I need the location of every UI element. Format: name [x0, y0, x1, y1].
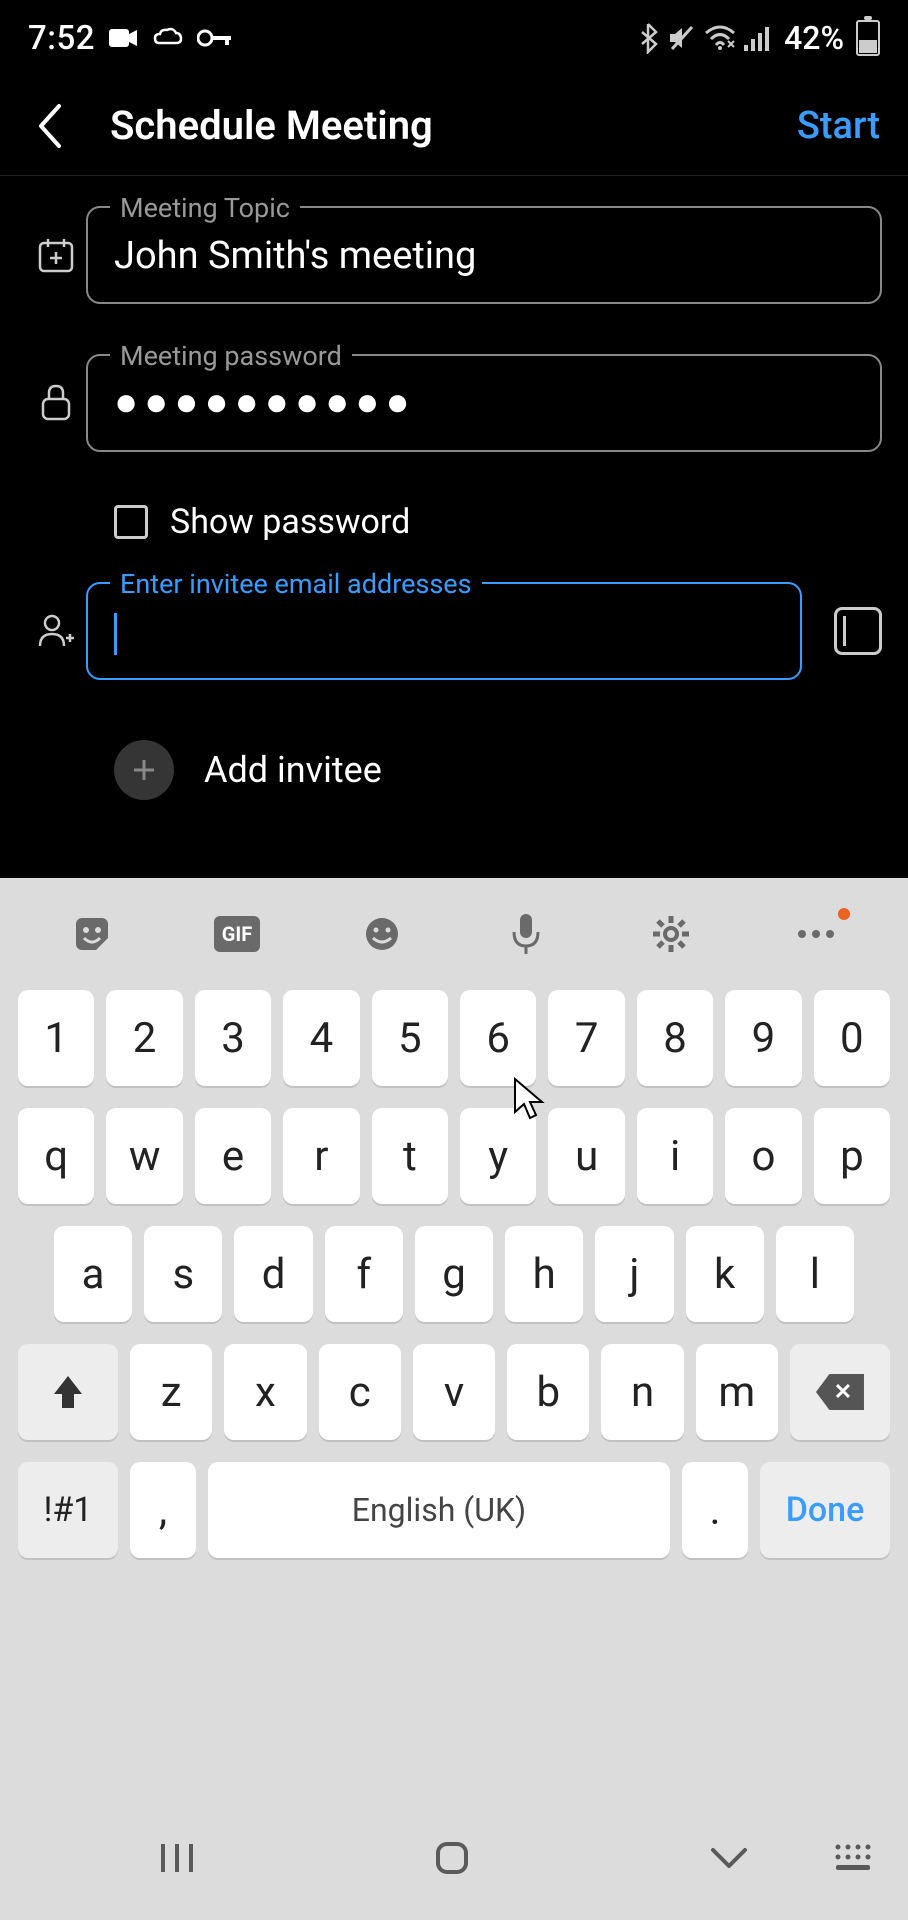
key-8[interactable]: 8 — [637, 990, 713, 1086]
key-done[interactable]: Done — [760, 1462, 890, 1558]
key-k[interactable]: k — [686, 1226, 764, 1322]
key-h[interactable]: h — [505, 1226, 583, 1322]
page-title: Schedule Meeting — [110, 102, 433, 149]
key-x[interactable]: x — [224, 1344, 306, 1440]
key-symbols[interactable]: !#1 — [18, 1462, 118, 1558]
mic-icon[interactable] — [496, 904, 556, 964]
battery-percent: 42% — [784, 19, 844, 57]
key-period[interactable]: . — [682, 1462, 748, 1558]
keyboard-row-qwerty: q w e r t y u i o p — [18, 1108, 890, 1204]
key-d[interactable]: d — [234, 1226, 312, 1322]
key-j[interactable]: j — [595, 1226, 673, 1322]
cloud-icon — [153, 27, 183, 49]
nav-back[interactable] — [705, 1842, 753, 1878]
key-e[interactable]: e — [195, 1108, 271, 1204]
key-p[interactable]: p — [814, 1108, 890, 1204]
more-icon[interactable] — [786, 904, 846, 964]
key-m[interactable]: m — [696, 1344, 778, 1440]
text-cursor — [114, 613, 117, 655]
keyboard-row-asdf: a s d f g h j k l — [18, 1226, 890, 1322]
mute-icon — [666, 23, 696, 53]
key-0[interactable]: 0 — [814, 990, 890, 1086]
keyboard-row-numbers: 1 2 3 4 5 6 7 8 9 0 — [18, 990, 890, 1086]
key-v[interactable]: v — [413, 1344, 495, 1440]
key-comma[interactable]: , — [130, 1462, 196, 1558]
key-r[interactable]: r — [283, 1108, 359, 1204]
invitee-email-field[interactable]: Enter invitee email addresses — [86, 582, 802, 680]
gear-icon[interactable] — [641, 904, 701, 964]
vpn-key-icon — [197, 28, 233, 48]
bluetooth-icon — [638, 22, 658, 54]
key-n[interactable]: n — [601, 1344, 683, 1440]
key-o[interactable]: o — [725, 1108, 801, 1204]
meeting-topic-label: Meeting Topic — [110, 192, 300, 224]
key-z[interactable]: z — [130, 1344, 212, 1440]
key-c[interactable]: c — [319, 1344, 401, 1440]
status-time: 7:52 — [28, 19, 95, 58]
form-content: Meeting Topic John Smith's meeting Meeti… — [0, 176, 908, 830]
key-6[interactable]: 6 — [460, 990, 536, 1086]
key-t[interactable]: t — [372, 1108, 448, 1204]
key-7[interactable]: 7 — [548, 990, 624, 1086]
keyboard-row-zxcv: z x c v b n m ✕ — [18, 1344, 890, 1440]
key-space[interactable]: English (UK) — [208, 1462, 670, 1558]
app-header: Schedule Meeting Start — [0, 76, 908, 176]
add-invitee-label: Add invitee — [204, 749, 382, 791]
key-3[interactable]: 3 — [195, 990, 271, 1086]
show-password-label: Show password — [170, 502, 410, 542]
key-2[interactable]: 2 — [106, 990, 182, 1086]
calendar-add-icon — [26, 236, 86, 274]
meeting-topic-value: John Smith's meeting — [114, 234, 854, 280]
key-backspace[interactable]: ✕ — [790, 1344, 890, 1440]
lock-icon — [26, 383, 86, 423]
key-y[interactable]: y — [460, 1108, 536, 1204]
key-u[interactable]: u — [548, 1108, 624, 1204]
nav-recent[interactable] — [155, 1838, 199, 1882]
sticker-icon[interactable] — [62, 904, 122, 964]
key-a[interactable]: a — [54, 1226, 132, 1322]
camera-icon — [109, 27, 139, 49]
key-5[interactable]: 5 — [372, 990, 448, 1086]
key-shift[interactable] — [18, 1344, 118, 1440]
meeting-topic-field[interactable]: Meeting Topic John Smith's meeting — [86, 206, 882, 304]
contacts-button[interactable] — [834, 607, 882, 655]
meeting-password-label: Meeting password — [110, 340, 352, 372]
key-g[interactable]: g — [415, 1226, 493, 1322]
nav-home[interactable] — [430, 1836, 474, 1884]
key-s[interactable]: s — [144, 1226, 222, 1322]
emoji-icon[interactable] — [352, 904, 412, 964]
battery-icon — [856, 20, 880, 56]
nav-keyboard-toggle[interactable] — [834, 1843, 878, 1877]
key-4[interactable]: 4 — [283, 990, 359, 1086]
key-1[interactable]: 1 — [18, 990, 94, 1086]
gif-icon[interactable]: GIF — [207, 904, 267, 964]
status-bar: 7:52 42% — [0, 0, 908, 76]
key-q[interactable]: q — [18, 1108, 94, 1204]
meeting-password-field[interactable]: Meeting password ●●●●●●●●●● — [86, 354, 882, 452]
key-f[interactable]: f — [325, 1226, 403, 1322]
keyboard: GIF 1 2 3 4 5 6 7 8 9 0 q w — [0, 878, 908, 1920]
key-9[interactable]: 9 — [725, 990, 801, 1086]
invitee-email-label: Enter invitee email addresses — [110, 568, 482, 600]
key-l[interactable]: l — [776, 1226, 854, 1322]
add-invitee-button[interactable] — [114, 740, 174, 800]
meeting-password-value: ●●●●●●●●●● — [114, 382, 854, 428]
back-button[interactable] — [20, 96, 80, 156]
nav-bar — [0, 1800, 908, 1920]
start-button[interactable]: Start — [797, 104, 880, 148]
keyboard-row-bottom: !#1 , English (UK) . Done — [18, 1462, 890, 1558]
key-i[interactable]: i — [637, 1108, 713, 1204]
show-password-checkbox[interactable] — [114, 505, 148, 539]
person-add-icon — [26, 612, 86, 650]
key-w[interactable]: w — [106, 1108, 182, 1204]
signal-icon — [744, 25, 772, 51]
key-b[interactable]: b — [507, 1344, 589, 1440]
wifi-icon — [704, 25, 736, 51]
